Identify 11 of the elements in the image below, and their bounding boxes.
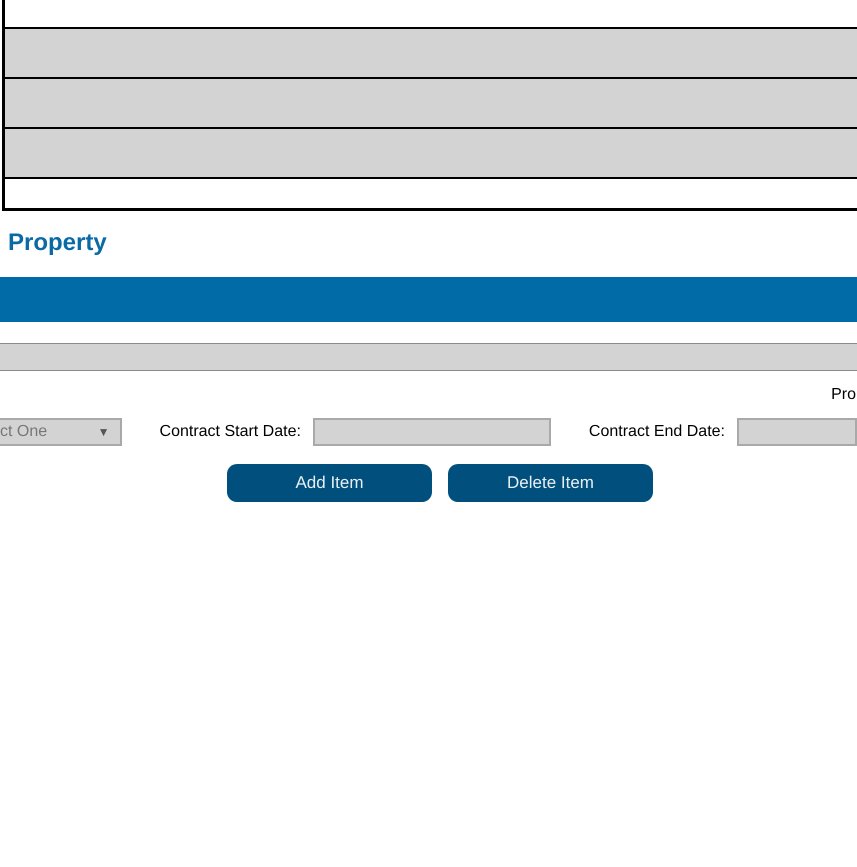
field-label: Pro bbox=[831, 386, 857, 405]
add-item-button[interactable]: Add Item bbox=[227, 464, 432, 502]
select-dropdown[interactable]: ct One ▼ bbox=[0, 418, 122, 446]
field-label: Contract Start Date: bbox=[160, 423, 301, 441]
dropdown-value: ct One bbox=[0, 423, 48, 441]
field-label: Contract End Date: bbox=[588, 423, 725, 441]
dropdown-arrow: ▼ bbox=[98, 425, 110, 439]
date-field[interactable] bbox=[737, 418, 857, 446]
section-title: Property bbox=[8, 229, 108, 257]
delete-item-button[interactable]: Delete Item bbox=[448, 464, 653, 502]
date-field[interactable] bbox=[312, 418, 551, 446]
